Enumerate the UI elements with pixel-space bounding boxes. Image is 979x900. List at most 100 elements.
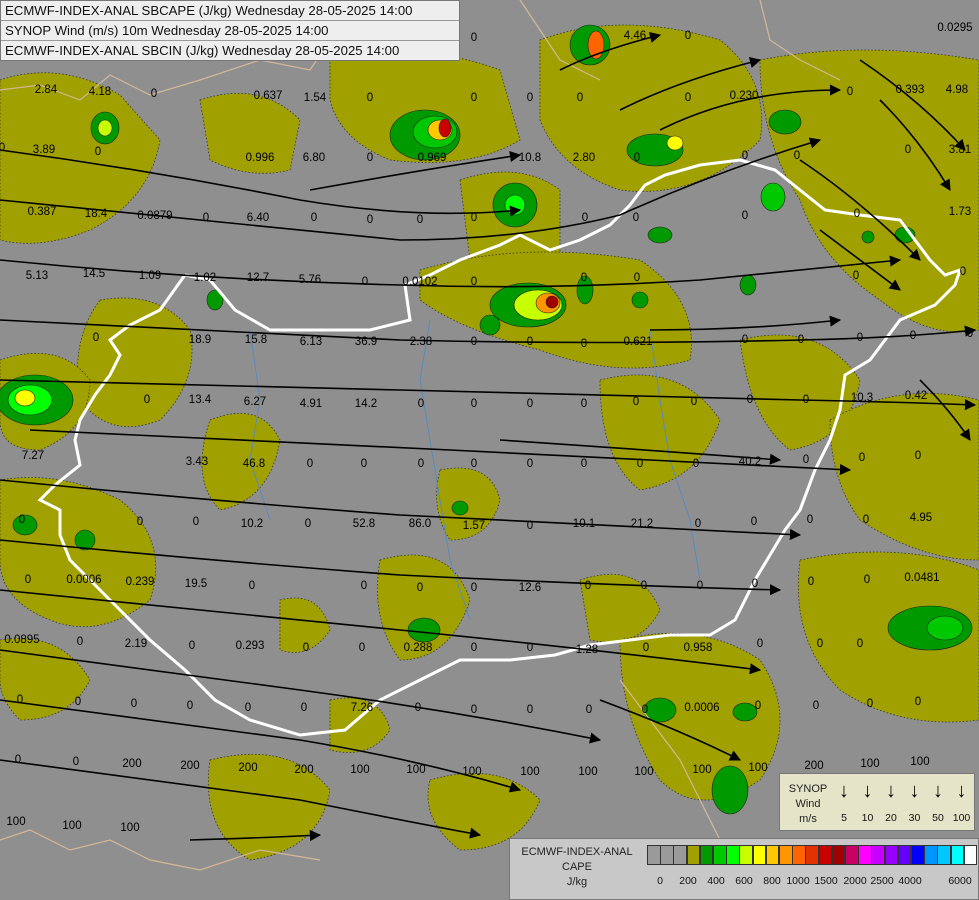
cape-legend-swatch xyxy=(713,845,727,865)
map-value-label: 0 xyxy=(14,754,22,766)
cape-legend-tick: 600 xyxy=(735,875,753,887)
map-value-label: 100 xyxy=(910,756,930,768)
map-value-label: 0 xyxy=(914,450,922,462)
map-value-label: 100 xyxy=(520,766,540,778)
cape-legend-swatch xyxy=(752,845,767,865)
map-value-label: 10.2 xyxy=(240,518,264,530)
cape-legend-swatch xyxy=(765,845,780,865)
synop-legend-bin-label: 20 xyxy=(885,812,897,824)
map-value-label: 0.637 xyxy=(253,90,283,102)
map-value-label: 0 xyxy=(690,396,698,408)
map-value-label: 0 xyxy=(526,520,534,532)
map-value-label: 0 xyxy=(584,580,592,592)
map-value-label: 18.4 xyxy=(84,208,108,220)
map-value-label: 0 xyxy=(856,332,864,344)
cape-legend-tick: 2000 xyxy=(843,875,867,887)
map-value-label: 0 xyxy=(862,514,870,526)
cape-legend-swatch xyxy=(647,845,661,865)
map-value-label: 21.2 xyxy=(630,518,654,530)
synop-legend-bin-label: 30 xyxy=(908,812,921,824)
cape-legend-tick: 4000 xyxy=(898,875,922,887)
map-value-label: 0 xyxy=(470,92,478,104)
cape-legend-swatch xyxy=(699,845,714,865)
map-value-label: 46.8 xyxy=(242,458,266,470)
map-value-label: 0 xyxy=(16,694,24,706)
map-value-label: 0 xyxy=(24,574,32,586)
map-value-label: 0 xyxy=(581,212,589,224)
map-value-label: 0.996 xyxy=(245,152,275,164)
map-value-label: 0.230 xyxy=(729,90,759,102)
map-value-label: 1.09 xyxy=(138,270,162,282)
map-value-label: 4.46 xyxy=(623,30,647,42)
map-value-label: 0 xyxy=(746,394,754,406)
map-value-label: 0 xyxy=(806,514,814,526)
map-value-label: 100 xyxy=(62,820,82,832)
map-value-label: 5.76 xyxy=(298,274,322,286)
map-value-label: 3.89 xyxy=(32,144,56,156)
map-value-label: 10.8 xyxy=(518,152,542,164)
map-value-label: 3.81 xyxy=(948,144,972,156)
map-value-label: 0 xyxy=(470,398,478,410)
header-line-sbcin: ECMWF-INDEX-ANAL SBCIN (J/kg) Wednesday … xyxy=(1,40,459,60)
map-value-label: 0 xyxy=(802,454,810,466)
map-value-label: 200 xyxy=(180,760,200,772)
cape-legend-tick: 1500 xyxy=(814,875,838,887)
cape-legend-swatch xyxy=(779,845,793,865)
map-value-label: 0 xyxy=(360,458,368,470)
cape-legend-tick: 800 xyxy=(763,875,781,887)
map-value-label: 19.5 xyxy=(184,578,208,590)
map-value-label: 3.43 xyxy=(185,456,209,468)
cape-legend-swatch xyxy=(845,845,859,865)
cape-color-legend: ECMWF-INDEX-ANAL CAPE J/kg 0 200 400 600 800… xyxy=(509,838,979,900)
map-value-label: 2.80 xyxy=(572,152,596,164)
map-value-label: 0 xyxy=(416,582,424,594)
map-value-label: 200 xyxy=(122,758,142,770)
map-value-label: 12.7 xyxy=(246,272,270,284)
weather-map: { "header": { "line1": "ECMWF-INDEX-ANAL… xyxy=(0,0,979,900)
synop-legend-unit: m/s xyxy=(799,813,817,825)
map-value-label: 0.0481 xyxy=(904,572,940,584)
map-value-label: 0 xyxy=(526,458,534,470)
map-value-label: 0 xyxy=(576,92,584,104)
map-value-label: 2.19 xyxy=(124,638,148,650)
header-line-synop: SYNOP Wind (m/s) 10m Wednesday 28-05-202… xyxy=(1,20,459,40)
map-value-label: 0 xyxy=(580,458,588,470)
map-value-label: 0 xyxy=(304,518,312,530)
map-value-label: 0 xyxy=(741,334,749,346)
map-value-label: 0 xyxy=(633,152,641,164)
map-value-label: 0 xyxy=(366,152,374,164)
map-value-label: 0 xyxy=(754,700,762,712)
map-value-label: 0 xyxy=(130,698,138,710)
map-value-label: 1.73 xyxy=(948,206,972,218)
map-value-label: 0 xyxy=(807,576,815,588)
map-value-label: 0 xyxy=(858,452,866,464)
map-value-label: 0.42 xyxy=(904,390,928,402)
map-value-label: 0 xyxy=(694,518,702,530)
map-value-label: 0 xyxy=(526,704,534,716)
map-value-label: 100 xyxy=(350,764,370,776)
map-value-label: 0 xyxy=(684,30,692,42)
map-value-label: 0 xyxy=(417,398,425,410)
map-value-label: 100 xyxy=(6,816,26,828)
map-value-label: 0 xyxy=(640,580,648,592)
cape-legend-swatch xyxy=(818,845,833,865)
synop-legend-bin-label: 5 xyxy=(841,812,847,824)
map-value-label: 14.2 xyxy=(354,398,378,410)
map-value-label: 0 xyxy=(914,696,922,708)
map-value-label: 0 xyxy=(416,214,424,226)
map-value-label: 0 xyxy=(526,398,534,410)
map-value-label: 0 xyxy=(244,702,252,714)
map-value-label: 0.969 xyxy=(417,152,447,164)
map-value-label: 100 xyxy=(578,766,598,778)
map-value-label: 0 xyxy=(470,582,478,594)
map-value-label: 0 xyxy=(751,578,759,590)
cape-legend-swatch xyxy=(871,845,885,865)
map-value-label: 6.27 xyxy=(243,396,267,408)
map-value-label: 0 xyxy=(846,86,854,98)
map-value-label: 0 xyxy=(959,266,967,278)
cape-legend-tick: 400 xyxy=(707,875,725,887)
map-value-label: 0 xyxy=(642,642,650,654)
synop-wind-arrow-icon: ↓ xyxy=(886,780,896,802)
map-value-label: 0 xyxy=(793,150,801,162)
map-value-label: 0 xyxy=(636,458,644,470)
